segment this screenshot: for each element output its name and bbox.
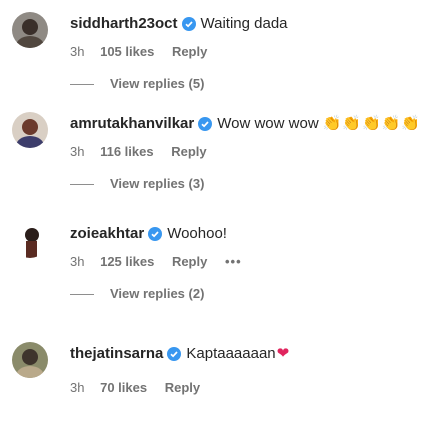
- comment-text: Wow wow wow: [217, 115, 319, 132]
- divider-dash: [70, 293, 94, 295]
- comment-time: 3h: [70, 254, 85, 269]
- more-options-icon[interactable]: •••: [225, 254, 242, 269]
- avatar[interactable]: [12, 342, 48, 378]
- comment-meta: 3h 116 likes Reply: [70, 144, 221, 160]
- comment-username[interactable]: amrutakhanvilkar: [70, 114, 194, 134]
- verified-badge-icon: [198, 117, 213, 131]
- comment-item: zoieakhtar Woohoo! 3h 125 likes Reply ••…: [0, 222, 448, 312]
- divider-dash: [70, 183, 94, 185]
- heart-emoji-icon: ❤: [276, 345, 290, 362]
- view-replies-label: View replies (5): [110, 76, 205, 91]
- comment-text: Woohoo!: [167, 225, 227, 242]
- reply-button[interactable]: Reply: [172, 44, 207, 59]
- comment-item: thejatinsarna Kaptaaaaaan ❤ 3h 70 likes …: [0, 342, 448, 402]
- comment-text: Kaptaaaaaan: [186, 345, 276, 362]
- clap-emoji-icon: 👏: [362, 115, 381, 132]
- comment-username[interactable]: zoieakhtar: [70, 224, 144, 244]
- comment-likes[interactable]: 105 likes: [100, 44, 154, 59]
- view-replies-label: View replies (3): [110, 176, 205, 191]
- comment-time: 3h: [70, 44, 85, 59]
- view-replies-label: View replies (2): [110, 286, 205, 301]
- clap-emoji-icon: 👏: [381, 115, 401, 132]
- verified-badge-icon: [167, 347, 182, 361]
- clap-emoji-icon: 👏: [322, 115, 342, 132]
- verified-badge-icon: [148, 227, 163, 241]
- comment-likes[interactable]: 125 likes: [100, 254, 154, 269]
- verified-badge-icon: [181, 17, 196, 31]
- avatar[interactable]: [12, 222, 48, 258]
- avatar[interactable]: [12, 112, 48, 148]
- view-replies-button[interactable]: View replies (3): [70, 176, 204, 192]
- comment-meta: 3h 105 likes Reply: [70, 44, 221, 60]
- comment-time: 3h: [70, 380, 85, 395]
- comment-text: Waiting dada: [200, 15, 288, 32]
- comment-item: siddharth23oct Waiting dada 3h 105 likes…: [0, 12, 448, 102]
- comment-username[interactable]: siddharth23oct: [70, 14, 178, 34]
- clap-emoji-group: 👏 👏 👏 👏 👏: [323, 114, 421, 134]
- comment-likes[interactable]: 70 likes: [100, 380, 147, 395]
- clap-emoji-icon: 👏: [401, 115, 421, 132]
- comment-likes[interactable]: 116 likes: [100, 144, 154, 159]
- comment-time: 3h: [70, 144, 85, 159]
- view-replies-button[interactable]: View replies (2): [70, 286, 204, 302]
- reply-button[interactable]: Reply: [171, 144, 206, 159]
- divider-dash: [70, 83, 94, 85]
- reply-button[interactable]: Reply: [165, 380, 200, 395]
- comment-item: amrutakhanvilkar Wow wow wow 👏 👏 👏 👏 👏 3…: [0, 112, 448, 202]
- comment-meta: 3h 70 likes Reply: [70, 380, 214, 396]
- comment-meta: 3h 125 likes Reply •••: [70, 254, 256, 270]
- reply-button[interactable]: Reply: [172, 254, 207, 269]
- view-replies-button[interactable]: View replies (5): [70, 76, 204, 92]
- comment-username[interactable]: thejatinsarna: [70, 344, 163, 364]
- avatar[interactable]: [12, 12, 48, 48]
- clap-emoji-icon: 👏: [342, 115, 362, 132]
